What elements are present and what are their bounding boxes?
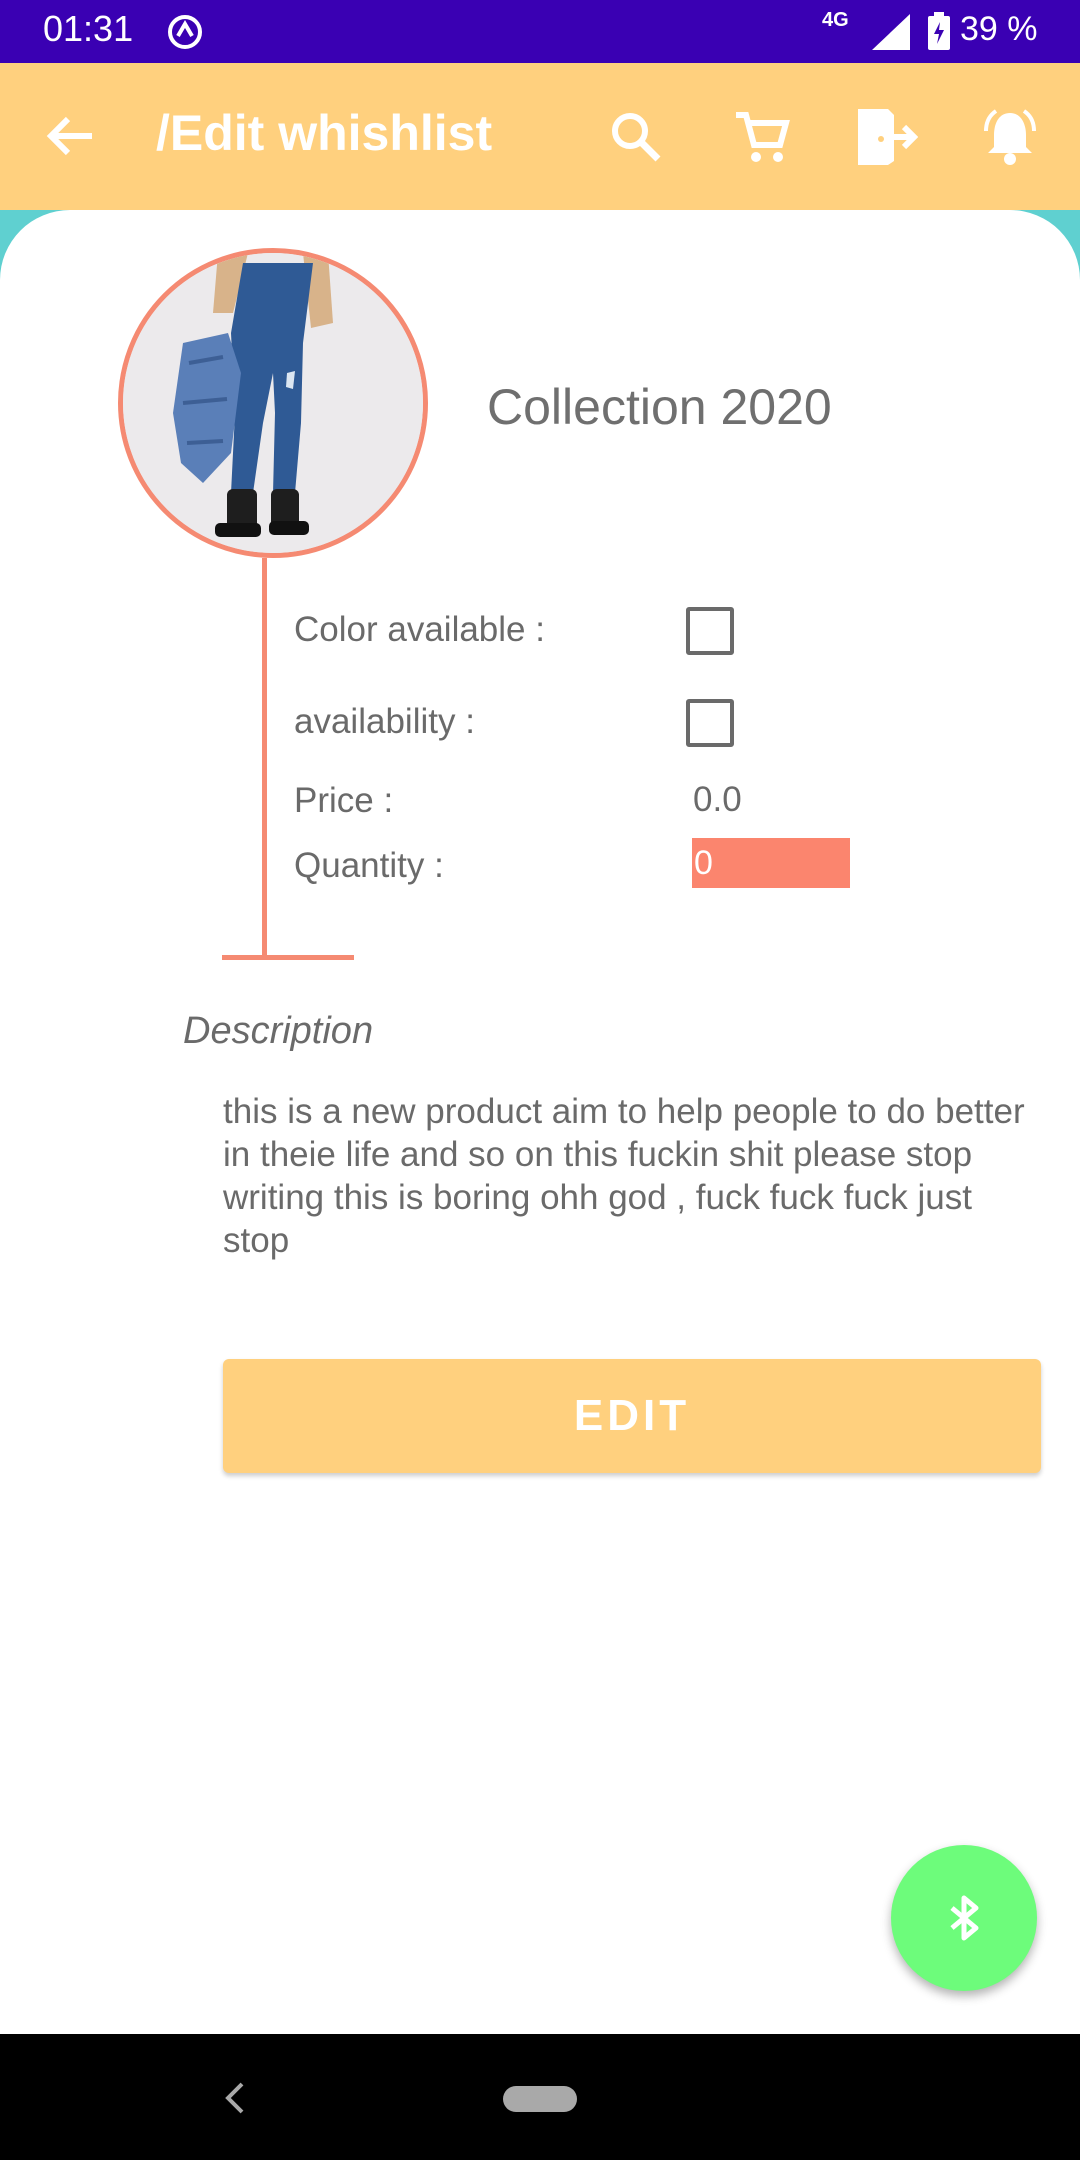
signal-icon: [872, 14, 910, 50]
color-available-checkbox[interactable]: [686, 607, 734, 655]
nav-back-icon[interactable]: [222, 2080, 248, 2116]
system-nav-bar: [0, 2034, 1080, 2160]
sync-icon: [168, 15, 202, 49]
description-text: this is a new product aim to help people…: [223, 1092, 1025, 1260]
notification-bell-icon[interactable]: [978, 105, 1042, 169]
product-image: [118, 248, 428, 558]
search-icon[interactable]: [604, 105, 668, 169]
collection-title: Collection 2020: [487, 379, 832, 435]
availability-label: availability :: [294, 702, 475, 741]
nav-home-pill[interactable]: [503, 2086, 577, 2112]
status-bar: 01:31 4G 39 %: [0, 0, 1080, 63]
battery-charging-icon: [928, 12, 950, 50]
price-label: Price :: [294, 781, 394, 820]
description-heading: Description: [183, 1010, 374, 1052]
timeline-base: [222, 955, 354, 960]
cart-icon[interactable]: [730, 105, 794, 169]
app-bar: /Edit whishlist: [0, 63, 1080, 210]
timeline-line: [262, 558, 267, 960]
quantity-label: Quantity :: [294, 846, 444, 885]
network-type: 4G: [822, 9, 849, 31]
status-time: 01:31: [43, 8, 134, 49]
edit-button[interactable]: EDIT: [223, 1359, 1041, 1473]
bluetooth-icon: [950, 1895, 979, 1941]
availability-checkbox[interactable]: [686, 699, 734, 747]
color-available-label: Color available :: [294, 610, 545, 649]
exit-icon[interactable]: [854, 105, 918, 169]
price-value: 0.0: [693, 780, 742, 819]
back-arrow-icon[interactable]: [40, 105, 102, 167]
product-photo-jeans: [123, 253, 423, 553]
bluetooth-fab[interactable]: [891, 1845, 1037, 1991]
quantity-input[interactable]: 0: [692, 838, 850, 888]
battery-percent: 39 %: [960, 10, 1038, 48]
page-title: /Edit whishlist: [156, 105, 493, 161]
